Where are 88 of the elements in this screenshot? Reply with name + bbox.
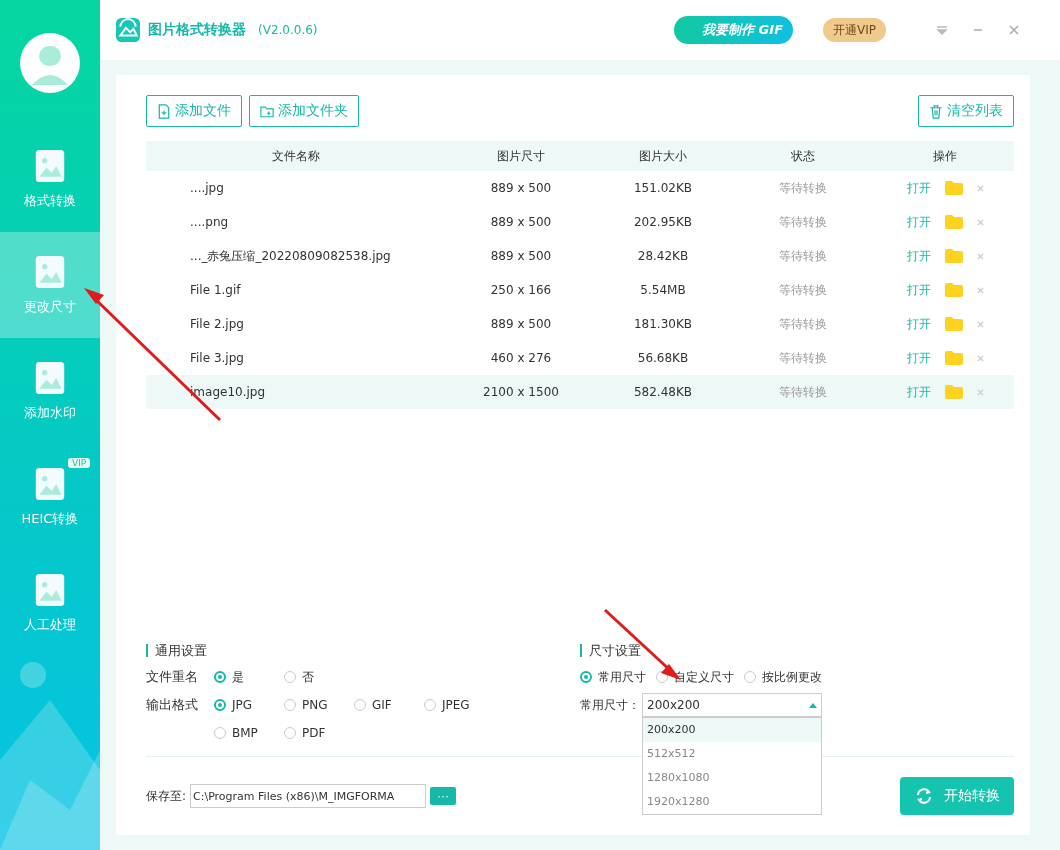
- folder-icon[interactable]: [944, 385, 963, 399]
- file-name: image10.jpg: [189, 385, 267, 399]
- vip-badge: VIP: [68, 458, 91, 468]
- image-dimensions: 889 x 500: [489, 317, 553, 331]
- remove-icon[interactable]: [976, 252, 984, 260]
- folder-icon[interactable]: [944, 215, 963, 229]
- column-header: 状态: [790, 147, 816, 165]
- table-row[interactable]: File 2.jpg 889 x 500 181.30KB 等待转换 打开: [146, 307, 1014, 341]
- vip-button[interactable]: 开通VIP: [823, 18, 886, 42]
- file-name: ....jpg: [189, 181, 225, 195]
- table-row[interactable]: ..._赤兔压缩_20220809082538.jpg 889 x 500 28.42KB 等待转换 打开: [146, 239, 1014, 273]
- file-size: 28.42KB: [636, 249, 690, 263]
- image-dimensions: 250 x 166: [489, 283, 553, 297]
- status-text: 等待转换: [778, 213, 828, 231]
- radio-option[interactable]: JPEG: [424, 689, 494, 721]
- table-row[interactable]: File 1.gif 250 x 166 5.54MB 等待转换 打开: [146, 273, 1014, 307]
- column-header: 图片大小: [638, 147, 688, 165]
- column-header: 操作: [932, 147, 958, 165]
- image-icon: [34, 254, 66, 290]
- image-dimensions: 889 x 500: [489, 215, 553, 229]
- app-logo-icon: [116, 18, 140, 42]
- setting-label: 常用尺寸：: [580, 696, 640, 714]
- remove-icon[interactable]: [976, 388, 984, 396]
- image-icon: [34, 360, 66, 396]
- remove-icon[interactable]: [976, 218, 984, 226]
- file-size: 5.54MB: [639, 283, 687, 297]
- section-title: 尺寸设置: [580, 644, 832, 657]
- image-dimensions: 2100 x 1500: [482, 385, 560, 399]
- add-file-icon: [157, 103, 171, 119]
- save-path-field[interactable]: C:\Program Files (x86)\M_IMGFORMA: [190, 784, 427, 808]
- dropdown-option[interactable]: 1280x1080: [643, 766, 821, 790]
- table-row[interactable]: ....jpg 889 x 500 151.02KB 等待转换 打开: [146, 171, 1014, 205]
- image-dimensions: 460 x 276: [489, 351, 553, 365]
- file-size: 582.48KB: [632, 385, 694, 399]
- folder-icon[interactable]: [944, 351, 963, 365]
- trash-icon: [929, 103, 943, 119]
- file-size: 151.02KB: [632, 181, 694, 195]
- size-select[interactable]: 200x200: [642, 693, 822, 717]
- status-text: 等待转换: [778, 383, 828, 401]
- file-size: 56.68KB: [636, 351, 690, 365]
- caret-icon: [809, 702, 817, 708]
- refresh-icon: [914, 786, 934, 806]
- app-title: 图片格式转换器: [148, 21, 246, 39]
- app-version: (V2.0.0.6): [258, 23, 318, 37]
- status-text: 等待转换: [778, 349, 828, 367]
- setting-label: 文件重名: [146, 668, 199, 686]
- image-dimensions: 889 x 500: [489, 249, 553, 263]
- avatar-icon[interactable]: [20, 33, 80, 93]
- remove-icon[interactable]: [976, 354, 984, 362]
- close-icon[interactable]: [1008, 24, 1020, 36]
- dropdown-option[interactable]: 1920x1280: [643, 790, 821, 814]
- remove-icon[interactable]: [976, 184, 984, 192]
- folder-icon[interactable]: [944, 283, 963, 297]
- file-size: 181.30KB: [632, 317, 694, 331]
- dropdown-icon[interactable]: [936, 24, 948, 36]
- image-icon: [34, 572, 66, 608]
- table-row[interactable]: image10.jpg 2100 x 1500 582.48KB 等待转换 打开: [146, 375, 1014, 409]
- remove-icon[interactable]: [976, 286, 984, 294]
- folder-icon[interactable]: [944, 317, 963, 331]
- section-title: 通用设置: [146, 644, 580, 657]
- file-name: File 2.jpg: [189, 317, 245, 331]
- remove-icon[interactable]: [976, 320, 984, 328]
- table-row[interactable]: File 3.jpg 460 x 276 56.68KB 等待转换 打开: [146, 341, 1014, 375]
- setting-label: 输出格式: [146, 696, 199, 714]
- folder-icon[interactable]: [944, 249, 963, 263]
- dropdown-option[interactable]: 512x512: [643, 742, 821, 766]
- table-row[interactable]: ....png 889 x 500 202.95KB 等待转换 打开: [146, 205, 1014, 239]
- status-text: 等待转换: [778, 315, 828, 333]
- status-text: 等待转换: [778, 179, 828, 197]
- add-folder-icon: [260, 103, 274, 119]
- radio-option[interactable]: 常用尺寸: [580, 661, 646, 693]
- file-name: ..._赤兔压缩_20220809082538.jpg: [189, 247, 392, 265]
- image-icon: [34, 466, 66, 502]
- image-dimensions: 889 x 500: [489, 181, 553, 195]
- radio-option[interactable]: 按比例更改: [744, 661, 822, 693]
- file-name: ....png: [189, 215, 230, 229]
- folder-icon[interactable]: [944, 181, 963, 195]
- image-icon: [34, 148, 66, 184]
- status-text: 等待转换: [778, 247, 828, 265]
- file-name: File 1.gif: [189, 283, 242, 297]
- radio-option[interactable]: GIF: [354, 689, 424, 721]
- status-text: 等待转换: [778, 281, 828, 299]
- column-header: 图片尺寸: [496, 147, 546, 165]
- dropdown-option[interactable]: 200x200: [643, 718, 821, 742]
- file-name: File 3.jpg: [189, 351, 245, 365]
- save-label: 保存至:: [146, 787, 187, 805]
- file-size: 202.95KB: [632, 215, 694, 229]
- column-header: 文件名称: [271, 147, 321, 165]
